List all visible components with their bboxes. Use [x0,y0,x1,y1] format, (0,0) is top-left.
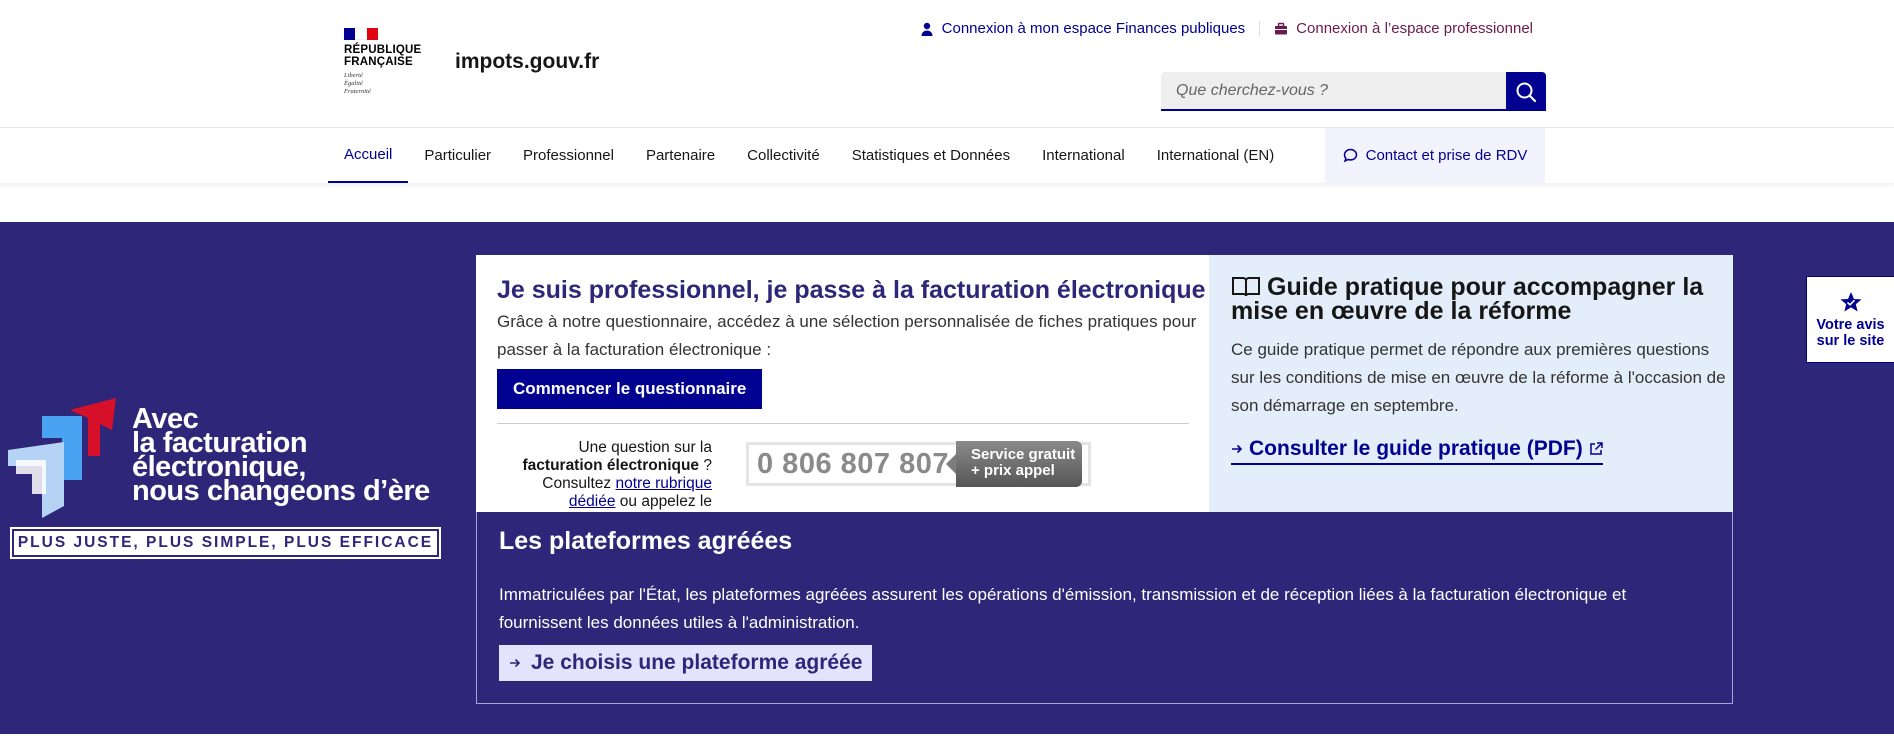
user-icon [921,22,933,36]
arrow-right-icon [1232,444,1243,454]
nav-item-international[interactable]: International [1026,128,1141,183]
card-divider [497,423,1189,424]
consult-guide-link[interactable]: Consulter le guide pratique (PDF) [1231,437,1603,465]
professional-card-text: Grâce à notre questionnaire, accédez à u… [497,312,1197,359]
external-link-icon [1589,442,1603,455]
logo-republique: RÉPUBLIQUE [344,44,422,56]
facturation-banner: Avec la facturation électronique, nous c… [0,222,1894,734]
feedback-widget[interactable]: Votre avis sur le site [1806,276,1894,363]
consult-guide-label: Consulter le guide pratique (PDF) [1249,437,1583,460]
login-pro-link[interactable]: Connexion à l’espace professionnel [1274,20,1533,37]
logo-francaise: FRANÇAISE [344,56,413,68]
search-bar [1161,72,1546,111]
feedback-line-2: sur le site [1816,332,1885,349]
nav-item-particulier[interactable]: Particulier [408,128,507,183]
choose-platform-button[interactable]: Je choisis une plateforme agréée [499,645,873,681]
feedback-line-1: Votre avis [1816,316,1885,333]
nav-contact-button[interactable]: Contact et prise de RDV [1325,128,1545,183]
platforms-section: Les plateformes agréées Immatriculées pa… [476,512,1733,704]
choose-platform-label: Je choisis une plateforme agréée [531,651,863,674]
arrow-right-icon [510,658,521,668]
phone-number: 0 806 807 807 [757,448,949,480]
chat-bubble-icon [1343,148,1357,163]
question-part-1: Une question sur la [578,439,712,456]
nav-item-collectivite[interactable]: Collectivité [731,128,836,183]
start-questionnaire-button[interactable]: Commencer le questionnaire [497,369,763,409]
question-part-3: ou appelez le [615,493,712,510]
hero-tagline: PLUS JUSTE, PLUS SIMPLE, PLUS EFFICACE [10,527,441,559]
guide-card-text: Ce guide pratique permet de répondre aux… [1231,340,1726,415]
site-name-link[interactable]: impots.gouv.fr [455,50,599,74]
question-text: Une question sur la facturation électron… [502,439,713,511]
login-particulier-link[interactable]: Connexion à mon espace Finances publique… [920,20,1246,37]
french-flag-icon [344,28,378,40]
phone-tag-line-1: Service gratuit [971,446,1076,463]
nav-items: Accueil Particulier Professionnel Parten… [328,128,1290,183]
login-pro-label: Connexion à l’espace professionnel [1296,20,1533,37]
nav-item-accueil[interactable]: Accueil [328,128,409,183]
phone-tag-line-2: + prix appel [971,462,1055,479]
republique-francaise-logo[interactable]: RÉPUBLIQUE FRANÇAISE Liberté Égalité Fra… [344,28,434,96]
login-particulier-label: Connexion à mon espace Finances publique… [941,20,1246,37]
professional-card-title: Je suis professionnel, je passe à la fac… [497,276,1206,304]
professional-card: Je suis professionnel, je passe à la fac… [476,255,1209,512]
guide-card: Guide pratique pour accompagner la mise … [1209,255,1733,512]
platforms-title: Les plateformes agréées [499,527,793,555]
main-navigation: Accueil Particulier Professionnel Parten… [0,128,1894,183]
arrows-logo-icon [8,398,116,518]
site-header: RÉPUBLIQUE FRANÇAISE Liberté Égalité Fra… [0,0,1894,128]
nav-item-professionnel[interactable]: Professionnel [507,128,630,183]
motto-egalite: Égalité [344,80,363,87]
phone-pricing-tag: Service gratuit + prix appel [946,441,1082,487]
phone-number-box[interactable]: 0 806 807 807 Service gratuit + prix app… [746,441,1091,487]
search-button[interactable] [1506,72,1546,111]
hero-visual: Avec la facturation électronique, nous c… [0,222,476,734]
guide-card-title-text: Guide pratique pour accompagner la mise … [1231,273,1704,325]
hero-slogan: Avec la facturation électronique, nous c… [132,405,430,507]
question-bold: facturation électronique [522,457,700,474]
logo-motto: Liberté Égalité Fraternité [344,72,434,96]
nav-item-statistiques[interactable]: Statistiques et Données [836,128,1026,183]
book-icon [1232,277,1260,297]
star-badge-icon [1840,291,1861,311]
platforms-text: Immatriculées par l'État, les plateforme… [499,585,1627,632]
nav-contact-label: Contact et prise de RDV [1365,147,1528,164]
nav-item-partenaire[interactable]: Partenaire [630,128,731,183]
top-links-divider [1259,20,1261,37]
guide-card-title: Guide pratique pour accompagner la mise … [1231,273,1721,325]
search-input[interactable] [1161,72,1506,111]
hero-line-4: nous changeons d’ère [132,475,430,507]
header-top-links: Connexion à mon espace Finances publique… [920,20,1533,37]
nav-item-international-en[interactable]: International (EN) [1141,128,1291,183]
briefcase-icon [1275,22,1288,34]
search-icon [1516,82,1537,102]
motto-liberte: Liberté [344,72,363,79]
motto-fraternite: Fraternité [344,88,371,95]
